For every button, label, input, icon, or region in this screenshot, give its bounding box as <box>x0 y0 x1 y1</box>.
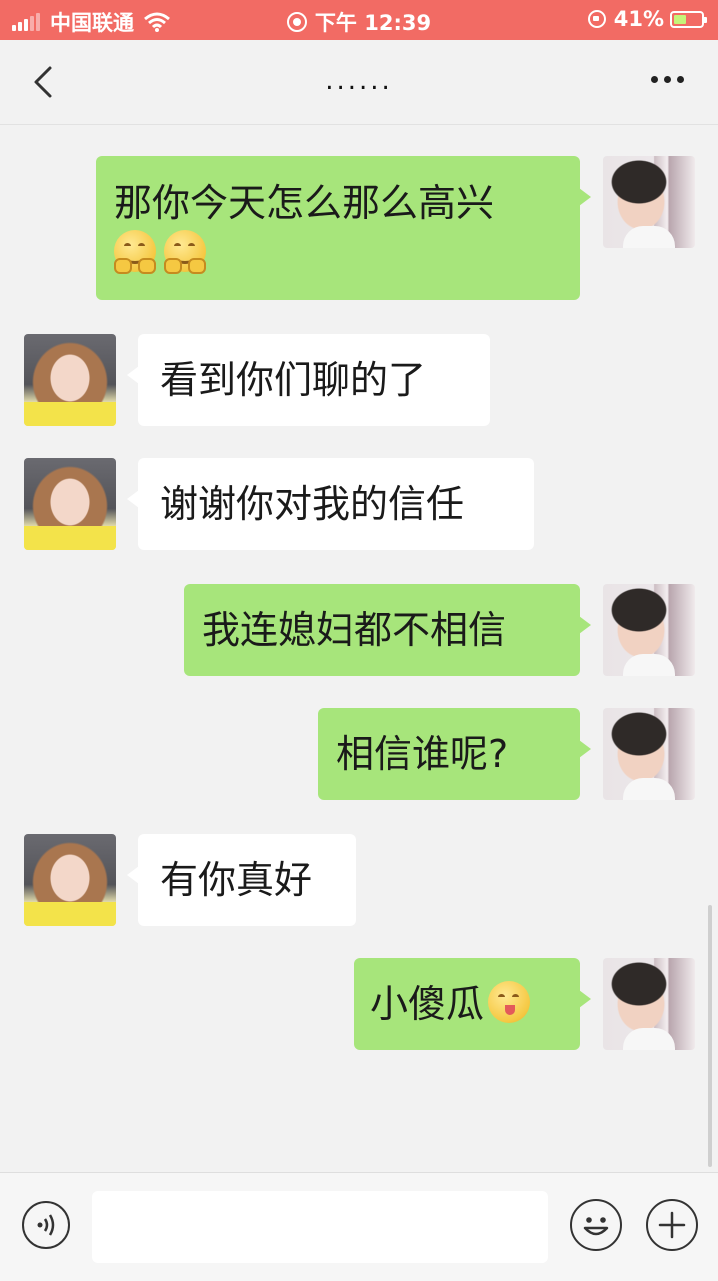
add-button[interactable] <box>646 1199 698 1251</box>
my-avatar[interactable] <box>603 958 695 1050</box>
message-bubble-outgoing[interactable]: 相信谁呢? <box>318 708 591 800</box>
emoji-button[interactable] <box>570 1199 622 1251</box>
message-bubble-outgoing[interactable]: 那你今天怎么那么高兴 <box>96 156 591 300</box>
message-bubble-outgoing[interactable]: 我连媳妇都不相信 <box>184 584 591 676</box>
grin-hands-emoji-icon <box>114 230 156 274</box>
nav-bar: ...... <box>0 40 718 125</box>
message-text: 看到你们聊的了 <box>160 358 427 402</box>
status-bar: 中国联通 下午 12:39 41% <box>0 0 718 40</box>
tongue-emoji-icon <box>488 981 531 1023</box>
emoji-row <box>114 228 562 278</box>
message-bubble-incoming[interactable]: 看到你们聊的了 <box>127 334 490 426</box>
message-text: 小傻瓜 <box>370 982 485 1026</box>
scrollbar[interactable] <box>708 905 712 1167</box>
rotation-lock-icon <box>587 10 606 28</box>
grin-hands-emoji-icon <box>164 230 206 274</box>
status-time: 下午 12:39 <box>314 11 432 35</box>
contact-avatar[interactable] <box>24 334 116 426</box>
message-bubble-incoming[interactable]: 有你真好 <box>127 834 356 926</box>
message-text: 谢谢你对我的信任 <box>160 482 465 526</box>
message-text: 相信谁呢? <box>336 732 509 776</box>
message-bubble-outgoing[interactable]: 小傻瓜 <box>354 958 591 1050</box>
battery-icon <box>670 10 707 28</box>
voice-icon <box>37 1214 55 1236</box>
my-avatar[interactable] <box>603 708 695 800</box>
smiley-icon <box>583 1217 609 1236</box>
message-text: 我连媳妇都不相信 <box>202 608 507 652</box>
chat-title: ...... <box>325 66 393 96</box>
battery-percent: 41% <box>613 7 664 31</box>
my-avatar[interactable] <box>603 584 695 676</box>
plus-icon <box>658 1211 686 1239</box>
message-input[interactable] <box>92 1191 548 1263</box>
message-bubble-incoming[interactable]: 谢谢你对我的信任 <box>127 458 534 550</box>
message-text: 那你今天怎么那么高兴 <box>114 181 495 225</box>
contact-avatar[interactable] <box>24 458 116 550</box>
more-icon <box>651 76 658 83</box>
input-bar <box>0 1172 718 1281</box>
my-avatar[interactable] <box>603 156 695 248</box>
contact-avatar[interactable] <box>24 834 116 926</box>
recording-icon <box>286 12 307 32</box>
voice-button[interactable] <box>22 1201 70 1249</box>
more-button[interactable] <box>645 76 684 83</box>
message-text: 有你真好 <box>160 858 313 902</box>
